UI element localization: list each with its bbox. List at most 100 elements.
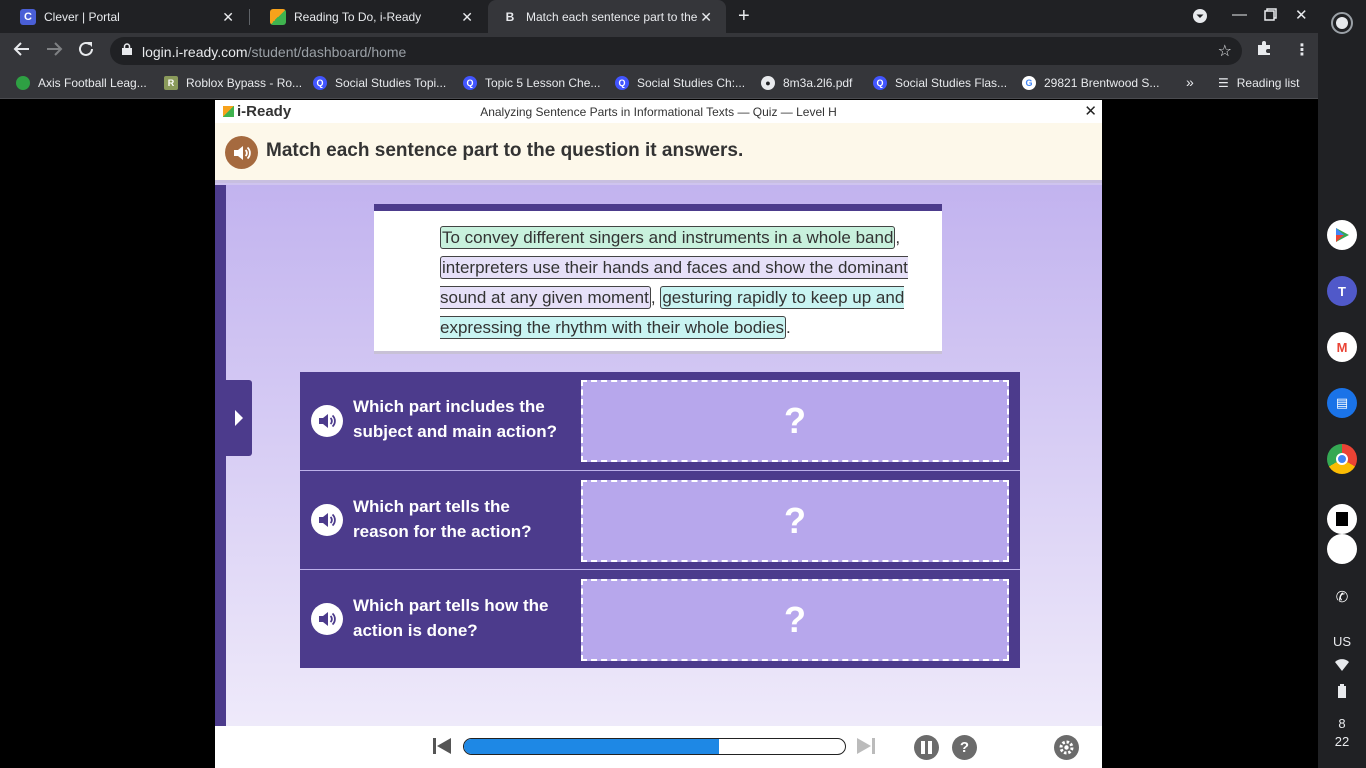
chevron-right-icon — [234, 410, 243, 426]
iready-icon — [270, 8, 286, 25]
bookmark-item[interactable]: G 29821 Brentwood S... — [1022, 76, 1159, 90]
extensions-icon[interactable] — [1256, 40, 1272, 61]
question-row: Which part tells the reason for the acti… — [300, 470, 1020, 568]
wifi-icon[interactable] — [1318, 659, 1366, 674]
close-tab-icon[interactable]: ✕ — [461, 9, 473, 26]
instruction-text: Match each sentence part to the question… — [266, 140, 744, 161]
new-tab-icon[interactable]: + — [738, 5, 750, 28]
reading-list-icon: ☰ — [1218, 76, 1229, 90]
globe-icon: ● — [761, 76, 775, 90]
audio-question-button[interactable] — [311, 405, 343, 437]
help-button[interactable]: ? — [952, 735, 977, 760]
passage-punctuation: , — [895, 228, 901, 247]
roblox-icon: R — [164, 76, 178, 90]
play-store-icon[interactable] — [1327, 220, 1357, 250]
question-text: Which part tells how the action is done? — [353, 596, 549, 640]
close-tab-icon[interactable]: ✕ — [222, 9, 234, 26]
browser-toolbar: login.i-ready.com/student/dashboard/home… — [0, 33, 1318, 69]
back-icon[interactable] — [13, 40, 31, 63]
passage-punctuation: , — [650, 288, 656, 307]
messages-icon[interactable]: ▤ — [1327, 388, 1357, 418]
phone-icon[interactable]: ✆ — [1327, 582, 1357, 612]
os-shelf: T M ▤ ✆ US 8 22 — [1318, 0, 1366, 768]
chrome-center — [1336, 453, 1348, 465]
app-titlebar: i-Ready Analyzing Sentence Parts in Info… — [215, 100, 1102, 123]
question-table: Which part includes the subject and main… — [300, 372, 1020, 668]
bookmark-label: 29821 Brentwood S... — [1044, 76, 1160, 90]
address-bar[interactable]: login.i-ready.com/student/dashboard/home… — [110, 37, 1242, 65]
speaker-icon — [319, 513, 336, 527]
bookmark-item[interactable]: Axis Football Leag... — [16, 76, 147, 90]
iready-app: i-Ready Analyzing Sentence Parts in Info… — [215, 100, 1102, 768]
teams-icon[interactable]: T — [1327, 276, 1357, 306]
bookmark-label: Social Studies Ch:... — [637, 76, 746, 90]
close-tab-icon[interactable]: ✕ — [700, 9, 712, 26]
skip-forward-icon[interactable] — [856, 736, 876, 756]
tab-brainly[interactable]: B Match each sentence part to the ✕ — [488, 0, 726, 33]
bookmarks-bar: Axis Football Leag... R Roblox Bypass - R… — [0, 69, 1318, 99]
quizlet-icon: Q — [463, 76, 477, 90]
settings-gear-icon[interactable] — [1054, 735, 1079, 760]
lock-icon — [122, 43, 132, 55]
bookmark-label: Social Studies Flas... — [895, 76, 1008, 90]
brainly-icon: B — [505, 9, 515, 24]
audio-instruction-button[interactable] — [225, 136, 258, 169]
minimize-icon[interactable]: — — [1232, 6, 1247, 23]
bookmark-item[interactable]: R Roblox Bypass - Ro... — [164, 76, 302, 90]
tab-search-icon[interactable] — [1192, 8, 1208, 28]
clock-hour[interactable]: 8 — [1318, 716, 1366, 731]
bookmark-item[interactable]: Q Social Studies Flas... — [873, 76, 1007, 90]
tab-title: Clever | Portal — [44, 9, 120, 24]
close-window-icon[interactable]: ✕ — [1295, 6, 1308, 24]
bookmark-item[interactable]: ● 8m3a.2l6.pdf — [761, 76, 852, 90]
audio-question-button[interactable] — [311, 504, 343, 536]
launcher-icon[interactable] — [1327, 8, 1357, 38]
skip-back-icon[interactable] — [432, 736, 452, 756]
locale-label[interactable]: US — [1318, 634, 1366, 649]
answer-drop-zone[interactable]: ? — [581, 480, 1009, 562]
app-icon[interactable] — [1327, 534, 1357, 564]
answer-drop-zone[interactable]: ? — [581, 579, 1009, 661]
speaker-icon — [319, 414, 336, 428]
more-bookmarks-icon[interactable]: » — [1186, 74, 1194, 90]
pause-button[interactable] — [914, 735, 939, 760]
sentence-part-reason[interactable]: To convey different singers and instrume… — [440, 226, 896, 249]
gmail-icon[interactable]: M — [1327, 332, 1357, 362]
quizlet-icon: Q — [873, 76, 887, 90]
bookmark-label: 8m3a.2l6.pdf — [783, 76, 853, 90]
chrome-icon[interactable] — [1327, 444, 1357, 474]
bookmark-star-icon[interactable]: ☆ — [1218, 41, 1232, 61]
pause-icon — [921, 741, 932, 754]
tab-iready[interactable]: Reading To Do, i-Ready ✕ — [250, 0, 487, 33]
bookmark-item[interactable]: Q Social Studies Ch:... — [615, 76, 745, 90]
audio-question-button[interactable] — [311, 603, 343, 635]
lesson-title: Analyzing Sentence Parts in Informationa… — [480, 105, 837, 119]
tab-title: Reading To Do, i-Ready — [294, 9, 422, 24]
restore-icon[interactable] — [1264, 8, 1277, 25]
side-panel-toggle[interactable] — [225, 380, 252, 456]
bookmark-label: Social Studies Topi... — [335, 76, 447, 90]
window-thumbnail-icon[interactable] — [1327, 504, 1357, 534]
answer-drop-zone[interactable]: ? — [581, 380, 1009, 462]
bookmark-label: Topic 5 Lesson Che... — [485, 76, 601, 90]
clever-icon: C — [20, 8, 36, 25]
close-lesson-icon[interactable]: ✕ — [1084, 102, 1097, 120]
clock-minute[interactable]: 22 — [1318, 734, 1366, 749]
battery-icon[interactable] — [1318, 684, 1366, 701]
bookmark-item[interactable]: Q Topic 5 Lesson Che... — [463, 76, 600, 90]
question-row: Which part includes the subject and main… — [300, 372, 1020, 470]
quizlet-icon: Q — [313, 76, 327, 90]
url-text: login.i-ready.com/student/dashboard/home — [142, 44, 406, 60]
progress-fill — [464, 739, 720, 754]
tab-clever[interactable]: C Clever | Portal ✕ — [0, 0, 248, 33]
thumb-mark — [1336, 512, 1348, 526]
lesson-progress-bar — [463, 738, 846, 755]
bookmark-item[interactable]: Q Social Studies Topi... — [313, 76, 446, 90]
bookmark-label: Roblox Bypass - Ro... — [186, 76, 303, 90]
passage-punctuation: . — [785, 318, 791, 337]
url-host: login.i-ready.com — [142, 44, 248, 60]
reading-list-button[interactable]: ☰ Reading list — [1218, 76, 1299, 90]
forward-icon[interactable] — [45, 40, 63, 63]
browser-menu-icon[interactable]: ⋮ — [1294, 40, 1310, 60]
reload-icon[interactable] — [77, 40, 95, 63]
